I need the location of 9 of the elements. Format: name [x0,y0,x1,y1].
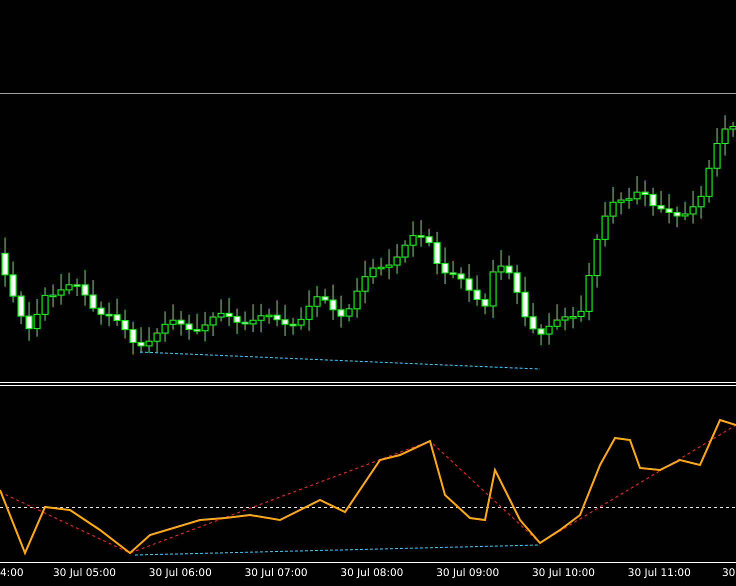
time-label: 4:00 [0,567,24,579]
time-label: 30 Jul 05:00 [53,567,116,579]
time-label: 30 Jul 08:00 [340,567,404,579]
time-label: 30 Jul 10:00 [532,567,595,579]
time-label: 30 [722,567,736,579]
time-label: 30 Jul 07:00 [244,567,308,579]
time-label: 30 Jul 11:00 [628,567,691,579]
time-label: 30 Jul 09:00 [436,567,500,579]
time-label: 30 Jul 06:00 [148,567,212,579]
